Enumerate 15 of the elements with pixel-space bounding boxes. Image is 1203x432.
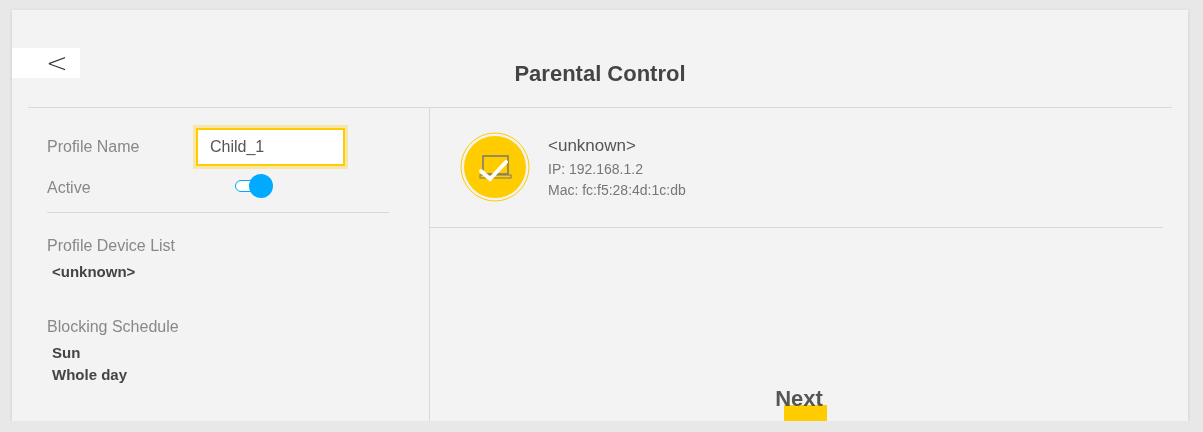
field-label: Profile Name xyxy=(47,138,141,156)
schedule-text: Sun xyxy=(52,344,82,361)
back-button[interactable]: < xyxy=(12,48,80,78)
field-label: Active xyxy=(47,179,92,197)
device-ip: IP: 192.168.1.2 xyxy=(548,161,644,177)
profile-name-field[interactable]: Child_1 xyxy=(196,128,345,166)
section-label: Profile Device List xyxy=(47,237,177,255)
page-title: Parental Control xyxy=(513,62,687,88)
schedule-text: Whole day xyxy=(52,366,128,383)
section-label: Blocking Schedule xyxy=(47,318,180,336)
device-name: <unknown> xyxy=(548,136,637,156)
toggle-switch[interactable] xyxy=(233,174,273,198)
device-mac: Mac: fc:f5:28:4d:1c:db xyxy=(548,182,686,198)
device-list-item: <unknown> xyxy=(52,263,137,280)
device-selected-icon[interactable] xyxy=(460,132,530,202)
